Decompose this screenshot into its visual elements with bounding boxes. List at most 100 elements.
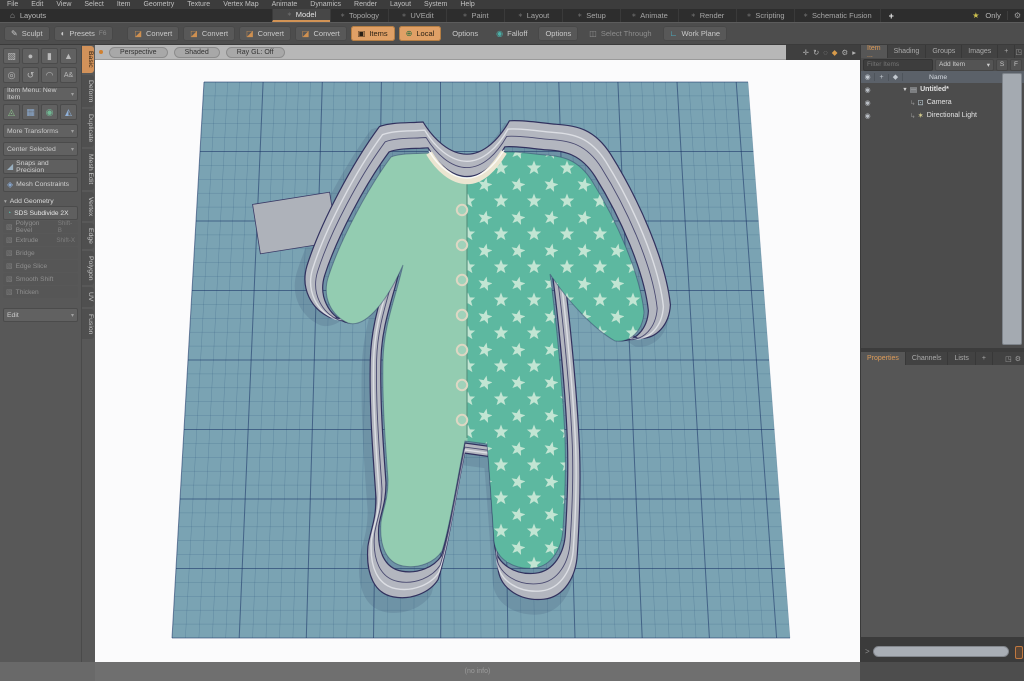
menu-view[interactable]: View: [56, 0, 71, 9]
add-properties-tab-button[interactable]: +: [976, 352, 993, 365]
vtab-deform[interactable]: Deform: [82, 74, 94, 107]
tab-images[interactable]: Images: [962, 45, 999, 58]
cube-tool-button[interactable]: ▧: [3, 48, 20, 64]
torus-tool-button[interactable]: ◎: [3, 67, 20, 83]
tab-channels[interactable]: Channels: [906, 352, 949, 365]
add-item-dropdown[interactable]: Add Item ▾: [935, 58, 994, 71]
favorites-star-icon[interactable]: ★: [972, 11, 979, 20]
viewport-raygl-selector[interactable]: Ray GL: Off: [225, 46, 285, 58]
menu-item[interactable]: Item: [117, 0, 131, 9]
viewport-gear-icon[interactable]: ⚙: [842, 48, 849, 57]
viewport-shading-selector[interactable]: Shaded: [173, 46, 220, 58]
convert-button-4[interactable]: ◪ Convert: [294, 26, 347, 41]
convert-button-2[interactable]: ◪ Convert: [183, 26, 236, 41]
eye-icon[interactable]: ◉: [861, 86, 874, 94]
tool-edge-slice[interactable]: ▧ Edge Slice: [3, 260, 78, 272]
menu-vertex-map[interactable]: Vertex Map: [223, 0, 258, 9]
tab-item-list[interactable]: Item ...: [861, 45, 888, 59]
popout-icon[interactable]: ◳: [1005, 355, 1012, 363]
vtab-mesh-edit[interactable]: Mesh Edit: [82, 149, 94, 190]
filter-items-input[interactable]: [863, 58, 933, 71]
sphere-tool-button[interactable]: ●: [22, 48, 39, 64]
tool-extrude[interactable]: ▧ Extrude Shift-X: [3, 234, 78, 246]
command-input[interactable]: [873, 646, 1009, 657]
tab-properties[interactable]: Properties: [861, 352, 906, 365]
item-row-camera[interactable]: ◉ ↳ ⊡ Camera: [861, 96, 1024, 109]
solo-button[interactable]: S: [996, 58, 1008, 71]
menu-geometry[interactable]: Geometry: [143, 0, 174, 9]
spiral-tool-button[interactable]: ↺: [22, 67, 39, 83]
menu-layout[interactable]: Layout: [390, 0, 411, 9]
items-mode-button[interactable]: ▣ Items: [350, 26, 395, 41]
tool-polygon-bevel[interactable]: ▧ Polygon Bevel Shift-B: [3, 220, 78, 234]
snaps-precision-button[interactable]: ◢ Snaps and Precision: [3, 159, 78, 174]
tab-lists[interactable]: Lists: [948, 352, 976, 365]
only-label[interactable]: Only: [985, 11, 1000, 20]
menu-file[interactable]: File: [7, 0, 18, 9]
viewport-view-selector[interactable]: Perspective: [109, 46, 168, 58]
vtab-vertex[interactable]: Vertex: [82, 191, 94, 221]
vtab-edge[interactable]: Edge: [82, 222, 94, 249]
vtab-fusion[interactable]: Fusion: [82, 308, 94, 340]
keyframe-icon[interactable]: ◆: [832, 48, 838, 57]
eye-icon[interactable]: ◉: [861, 112, 874, 120]
popout-icon[interactable]: ◳: [1015, 48, 1022, 56]
tool-sds-subdivide[interactable]: ◔ SDS Subdivide 2X: [3, 206, 78, 220]
tab-groups[interactable]: Groups: [926, 45, 963, 58]
tab-scripting[interactable]: ∗ Scripting: [736, 9, 794, 22]
viewport-menu-arrow-icon[interactable]: ▸: [852, 48, 856, 57]
tab-layout[interactable]: ∗ Layout: [504, 9, 562, 22]
vtab-duplicate[interactable]: Duplicate: [82, 108, 94, 148]
item-list-scrollbar[interactable]: [1002, 73, 1022, 345]
tool-bridge[interactable]: ▧ Bridge: [3, 247, 78, 259]
action-center-options-button[interactable]: Options: [445, 26, 485, 41]
tab-render[interactable]: ∗ Render: [678, 9, 736, 22]
menu-help[interactable]: Help: [460, 0, 474, 9]
menu-select[interactable]: Select: [84, 0, 103, 9]
tab-topology[interactable]: ∗ Topology: [330, 9, 388, 22]
add-geometry-section[interactable]: ▾ Add Geometry: [4, 198, 78, 205]
panel-gear-icon[interactable]: ⚙: [1015, 355, 1021, 363]
tab-model[interactable]: ∗ Model: [272, 9, 330, 22]
expand-caret-icon[interactable]: ▼: [900, 87, 910, 93]
paint-tool-button[interactable]: ◉: [41, 104, 58, 120]
item-row-directional-light[interactable]: ◉ ↳ ✶ Directional Light: [861, 109, 1024, 122]
menu-render[interactable]: Render: [354, 0, 377, 9]
filter-button[interactable]: F: [1010, 58, 1022, 71]
lattice-tool-button[interactable]: ▦: [22, 104, 39, 120]
3d-viewport[interactable]: Perspective Shaded Ray GL: Off ✛ ↻ ◌ ◆ ⚙…: [95, 45, 860, 662]
triangulate-tool-button[interactable]: ◭: [60, 104, 77, 120]
convert-button-1[interactable]: ◪ Convert: [127, 26, 180, 41]
tab-paint[interactable]: ∗ Paint: [446, 9, 504, 22]
zoom-icon[interactable]: ◌: [823, 48, 827, 57]
cone-tool-button[interactable]: ▲: [60, 48, 77, 64]
cylinder-tool-button[interactable]: ▮: [41, 48, 58, 64]
tab-setup[interactable]: ∗ Setup: [562, 9, 620, 22]
eye-icon[interactable]: ◉: [861, 99, 874, 107]
convert-button-3[interactable]: ◪ Convert: [239, 26, 291, 41]
sculpt-button[interactable]: ✎ Sculpt: [4, 26, 50, 41]
curve-tool-button[interactable]: ◠: [41, 67, 58, 83]
orbit-icon[interactable]: ↻: [813, 48, 819, 57]
presets-button[interactable]: ◐ Presets F6: [53, 26, 114, 41]
menu-dynamics[interactable]: Dynamics: [310, 0, 341, 9]
item-menu-dropdown[interactable]: Item Menu: New Item ▾: [3, 87, 78, 101]
work-plane-button[interactable]: ∟ Work Plane: [662, 26, 728, 41]
command-extra-button[interactable]: [1015, 646, 1023, 659]
tool-thicken[interactable]: ▧ Thicken: [3, 286, 78, 298]
pan-icon[interactable]: ✛: [803, 48, 809, 57]
item-row-untitled[interactable]: ◉ ▼ ▤ Untitled*: [861, 83, 1024, 96]
local-action-center-button[interactable]: ⊕ Local: [398, 26, 442, 41]
viewport-canvas[interactable]: [95, 60, 860, 662]
more-transforms-dropdown[interactable]: More Transforms ▾: [3, 124, 78, 138]
tab-shading[interactable]: Shading: [888, 45, 927, 58]
center-selected-dropdown[interactable]: Center Selected ▾: [3, 142, 78, 156]
vtab-basic[interactable]: Basic: [82, 46, 94, 73]
pivot-tool-button[interactable]: ◬: [3, 104, 20, 120]
add-workspace-tab-button[interactable]: +: [879, 9, 902, 22]
menu-edit[interactable]: Edit: [31, 0, 43, 9]
vtab-uv[interactable]: UV: [82, 287, 94, 307]
tool-smooth-shift[interactable]: ▧ Smooth Shift: [3, 273, 78, 285]
menu-animate[interactable]: Animate: [272, 0, 298, 9]
layouts-button[interactable]: ⌂ Layouts: [0, 9, 56, 22]
